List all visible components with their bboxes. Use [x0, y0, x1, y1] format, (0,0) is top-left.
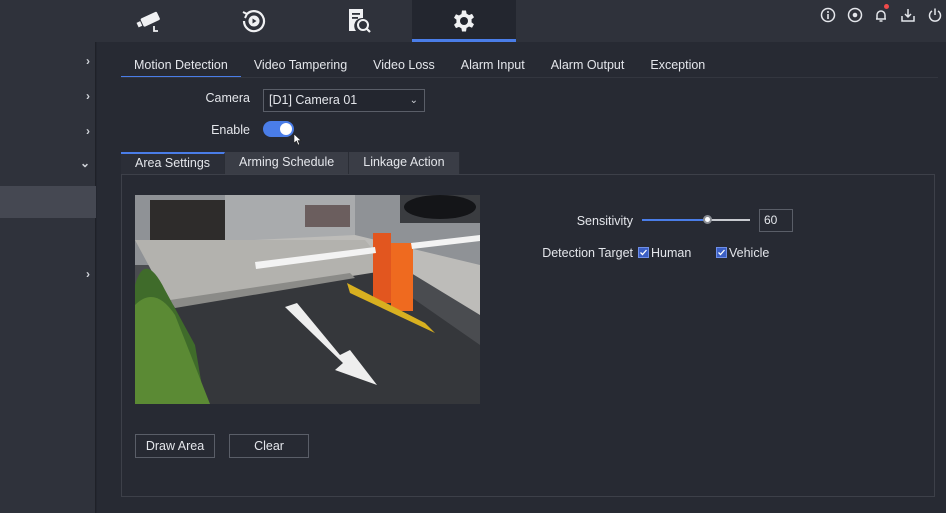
nav-search[interactable]	[306, 0, 410, 42]
checkmark-icon	[718, 249, 725, 256]
sensitivity-input[interactable]: 60	[759, 209, 793, 232]
camera-icon	[136, 11, 160, 32]
tab-alarm-input[interactable]: Alarm Input	[448, 54, 538, 78]
enable-toggle[interactable]	[263, 121, 294, 137]
nav-playback[interactable]	[202, 0, 306, 42]
toggle-knob	[280, 123, 292, 135]
chevron-down-icon: ⌄	[79, 156, 90, 170]
vehicle-checkbox[interactable]	[716, 247, 727, 258]
slider-fill	[642, 219, 707, 221]
sidebar-item-6[interactable]: ›	[0, 257, 96, 291]
playback-icon	[242, 10, 266, 33]
sidebar-item-4[interactable]: ⌄	[0, 150, 96, 184]
detection-target-label: Detection Target	[542, 246, 633, 260]
camera-preview[interactable]	[135, 195, 480, 404]
tab-arming-schedule[interactable]: Arming Schedule	[225, 152, 350, 174]
settings-tabs: Area Settings Arming Schedule Linkage Ac…	[121, 152, 460, 174]
record-icon[interactable]	[847, 7, 863, 23]
camera-select-value: [D1] Camera 01	[269, 93, 358, 107]
human-label: Human	[651, 246, 692, 260]
top-bar	[0, 0, 946, 42]
download-icon[interactable]	[900, 7, 916, 23]
file-search-icon	[349, 9, 371, 33]
sidebar-item-3[interactable]: ›	[0, 114, 96, 148]
tab-exception[interactable]: Exception	[637, 54, 718, 78]
sidebar-item-1[interactable]: ›	[0, 44, 96, 78]
sidebar: › › › ⌄ t ›	[0, 42, 96, 513]
tab-linkage-action[interactable]: Linkage Action	[349, 152, 460, 174]
gear-icon	[454, 10, 474, 32]
chevron-right-icon: ›	[86, 124, 90, 138]
chevron-down-icon: ⌄	[409, 95, 418, 106]
camera-label: Camera	[205, 91, 250, 105]
sensitivity-slider[interactable]	[642, 215, 750, 224]
enable-label: Enable	[211, 123, 250, 137]
chevron-right-icon: ›	[86, 54, 90, 68]
tab-area-settings[interactable]: Area Settings	[121, 152, 226, 174]
clear-button[interactable]: Clear	[229, 434, 309, 458]
sensitivity-label: Sensitivity	[576, 214, 633, 228]
event-tabs: Motion Detection Video Tampering Video L…	[121, 54, 718, 78]
mouse-cursor-icon	[294, 134, 302, 146]
camera-select[interactable]: [D1] Camera 01 ⌄	[263, 89, 425, 112]
tab-video-loss[interactable]: Video Loss	[360, 54, 448, 78]
tabs-divider	[121, 77, 938, 78]
draw-area-button[interactable]: Draw Area	[135, 434, 215, 458]
vehicle-label: Vehicle	[729, 246, 770, 260]
sidebar-item-event[interactable]: t	[0, 186, 96, 218]
bell-icon[interactable]	[873, 7, 889, 23]
parking-scene-image	[135, 195, 480, 404]
info-icon[interactable]	[820, 7, 836, 23]
tab-motion-detection[interactable]: Motion Detection	[121, 54, 241, 78]
tab-alarm-output[interactable]: Alarm Output	[538, 54, 638, 78]
chevron-right-icon: ›	[86, 267, 90, 281]
notification-dot	[884, 4, 889, 9]
chevron-right-icon: ›	[86, 89, 90, 103]
checkmark-icon	[640, 249, 647, 256]
human-checkbox[interactable]	[638, 247, 649, 258]
nav-live-view[interactable]	[98, 0, 202, 42]
slider-thumb[interactable]	[702, 215, 712, 224]
sidebar-item-2[interactable]: ›	[0, 79, 96, 113]
power-icon[interactable]	[927, 7, 943, 23]
tab-video-tampering[interactable]: Video Tampering	[241, 54, 360, 78]
nav-configuration[interactable]	[412, 0, 516, 42]
